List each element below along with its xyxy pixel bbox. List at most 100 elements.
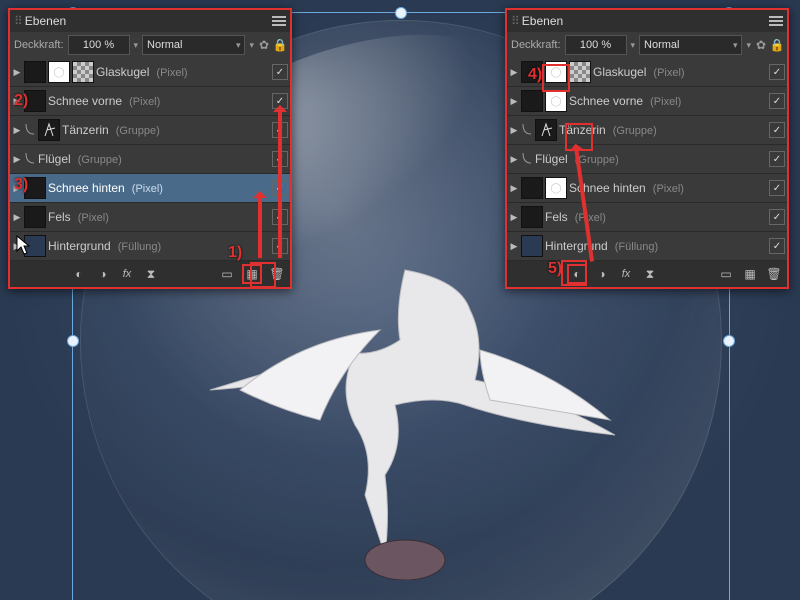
layer-row[interactable]: ▶Fels (Pixel)✓ [10,203,290,232]
adjustment-icon[interactable]: ◐ [70,265,88,283]
visibility-checkbox[interactable]: ✓ [769,180,785,196]
hourglass-icon[interactable]: ⧗ [641,265,659,283]
layer-name[interactable]: Schnee hinten (Pixel) [569,181,767,195]
disclosure-icon[interactable]: ▶ [509,125,519,135]
layer-type: (Pixel) [129,183,163,195]
opacity-input[interactable]: 100 % [68,35,130,55]
panel-grip-icon[interactable]: ⠿ [511,14,518,28]
layer-row[interactable]: ▶Flügel (Gruppe)✓ [10,145,290,174]
layer-name[interactable]: Glaskugel (Pixel) [593,65,767,79]
layer-mask-thumb[interactable]: ◯ [48,61,70,83]
blend-mode-select[interactable]: Normal [639,35,742,55]
layer-row[interactable]: ▶ ◯Schnee hinten (Pixel)✓ [507,174,787,203]
gear-icon[interactable]: ✿ [755,39,767,51]
arrow-icon [278,108,282,258]
layer-type: (Gruppe) [610,125,657,137]
layers-panel-right: ⠿ Ebenen Deckkraft: 100 % ▾ Normal ▾ ✿ 🔒… [505,8,789,289]
visibility-checkbox[interactable]: ✓ [769,151,785,167]
layer-row[interactable]: ▶ Hintergrund (Füllung)✓ [507,232,787,261]
fx-icon[interactable]: fx [617,265,635,283]
resize-handle[interactable] [67,335,79,347]
layer-thumb[interactable] [24,61,46,83]
layer-type: (Füllung) [612,241,658,253]
folder-icon[interactable]: ▭ [218,265,236,283]
layer-name[interactable]: Hintergrund (Füllung) [545,239,767,253]
visibility-checkbox[interactable]: ✓ [272,64,288,80]
layer-name[interactable]: Fels (Pixel) [545,210,767,224]
blend-dropdown-icon[interactable]: ▾ [746,40,751,51]
fx-icon[interactable]: fx [118,265,136,283]
panel-menu-icon[interactable] [769,16,783,26]
layer-name[interactable]: Schnee vorne (Pixel) [569,94,767,108]
layer-thumb[interactable] [38,119,60,141]
visibility-checkbox[interactable]: ✓ [769,64,785,80]
layer-thumb[interactable] [24,206,46,228]
disclosure-icon[interactable]: ▶ [509,212,519,222]
disclosure-icon[interactable]: ▶ [12,67,22,77]
layer-row[interactable]: ▶ Fels (Pixel)✓ [507,203,787,232]
blend-dropdown-icon[interactable]: ▾ [249,40,254,51]
layer-type: (Füllung) [115,241,161,253]
callout-box-4 [542,64,570,92]
disclosure-icon[interactable]: ▶ [509,154,519,164]
disclosure-icon[interactable]: ▶ [509,183,519,193]
layer-row[interactable]: ▶ Flügel (Gruppe)✓ [507,145,787,174]
group-link-icon [24,153,36,165]
layer-name[interactable]: Flügel (Gruppe) [38,152,270,166]
layer-mask-thumb[interactable]: ◯ [545,90,567,112]
contrast-icon[interactable]: ◑ [593,265,611,283]
contrast-icon[interactable]: ◑ [94,265,112,283]
add-mask-icon[interactable]: ▦ [741,265,759,283]
layer-row[interactable]: ▶ ◯ Glaskugel (Pixel)✓ [10,58,290,87]
layer-thumb[interactable] [521,206,543,228]
layer-thumb[interactable] [521,90,543,112]
layer-thumb[interactable] [521,235,543,257]
visibility-checkbox[interactable]: ✓ [769,238,785,254]
visibility-checkbox[interactable]: ✓ [769,93,785,109]
layer-row[interactable]: ▶Hintergrund (Füllung)✓ [10,232,290,261]
hourglass-icon[interactable]: ⧗ [142,265,160,283]
panel-menu-icon[interactable] [272,16,286,26]
opacity-dropdown-icon[interactable]: ▾ [134,40,139,51]
layer-name[interactable]: Flügel (Gruppe) [535,152,767,166]
layer-thumb[interactable] [72,61,94,83]
layer-name[interactable]: Tänzerin (Gruppe) [62,123,270,137]
panel-grip-icon[interactable]: ⠿ [14,14,21,28]
disclosure-icon[interactable]: ▶ [509,241,519,251]
layer-row[interactable]: ▶Schnee hinten (Pixel)✓ [10,174,290,203]
layers-panel-left: ⠿ Ebenen Deckkraft: 100 % ▾ Normal ▾ ✿ 🔒… [8,8,292,289]
lock-icon[interactable]: 🔒 [771,39,783,51]
layer-thumb[interactable] [521,177,543,199]
layer-name[interactable]: Fels (Pixel) [48,210,270,224]
group-link-icon [521,124,533,136]
resize-handle[interactable] [395,7,407,19]
trash-icon[interactable]: 🗑 [765,265,783,283]
visibility-checkbox[interactable]: ✓ [769,122,785,138]
callout-box-1 [250,262,276,288]
folder-icon[interactable]: ▭ [717,265,735,283]
disclosure-icon[interactable]: ▶ [509,67,519,77]
layer-thumb[interactable] [569,61,591,83]
lock-icon[interactable]: 🔒 [274,39,286,51]
layer-type: (Pixel) [126,96,160,108]
visibility-checkbox[interactable]: ✓ [769,209,785,225]
opacity-dropdown-icon[interactable]: ▾ [631,40,636,51]
opacity-input[interactable]: 100 % [565,35,627,55]
disclosure-icon[interactable]: ▶ [12,212,22,222]
disclosure-icon[interactable]: ▶ [509,96,519,106]
layer-row[interactable]: ▶Tänzerin (Gruppe)✓ [507,116,787,145]
layer-row[interactable]: ▶Tänzerin (Gruppe)✓ [10,116,290,145]
resize-handle[interactable] [723,335,735,347]
layer-name[interactable]: Schnee vorne (Pixel) [48,94,270,108]
layer-name[interactable]: Glaskugel (Pixel) [96,65,270,79]
disclosure-icon[interactable]: ▶ [12,154,22,164]
callout-4: 4) [528,66,542,84]
gear-icon[interactable]: ✿ [258,39,270,51]
blend-mode-select[interactable]: Normal [142,35,245,55]
disclosure-icon[interactable]: ▶ [12,125,22,135]
layer-mask-thumb[interactable]: ◯ [545,177,567,199]
callout-box-taenzerin [565,123,593,151]
layer-name[interactable]: Schnee hinten (Pixel) [48,181,270,195]
layer-thumb[interactable] [535,119,557,141]
layer-row[interactable]: ▶Schnee vorne (Pixel)✓ [10,87,290,116]
